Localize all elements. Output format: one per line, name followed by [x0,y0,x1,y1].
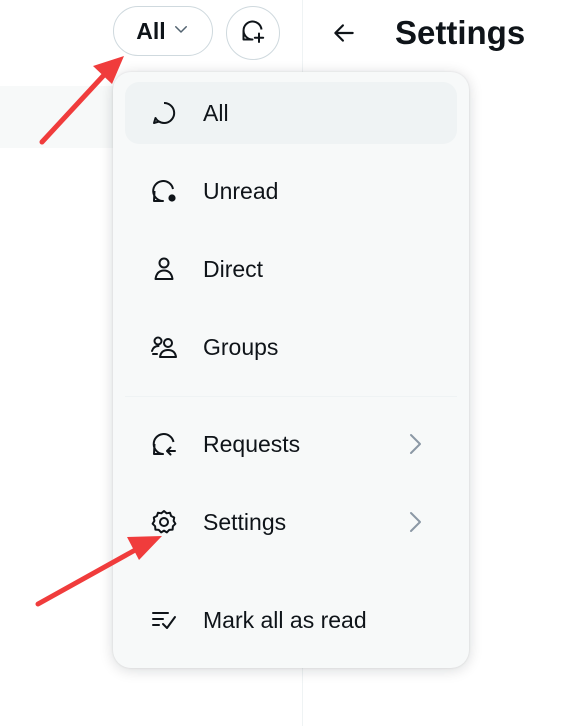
requests-icon [148,428,180,460]
filter-dropdown-menu: All Unread Direct Groups Requests Settin… [113,72,469,668]
mark-read-icon [148,604,180,636]
unread-message-icon [148,175,180,207]
menu-item-groups[interactable]: Groups [125,316,457,378]
message-icon [148,97,180,129]
menu-item-requests[interactable]: Requests [125,413,457,475]
menu-divider [125,396,457,397]
back-button[interactable] [326,17,362,53]
gear-icon [148,506,180,538]
chevron-right-icon [403,510,427,534]
menu-item-label: Mark all as read [203,606,367,633]
person-icon [148,253,180,285]
menu-item-label: Direct [203,255,264,282]
chevron-down-icon [172,20,190,43]
menu-item-label: Groups [203,333,279,360]
page-title: Settings [395,14,526,51]
chevron-right-icon [403,432,427,456]
new-message-button[interactable] [226,6,280,60]
filter-dropdown-button[interactable]: All [113,6,213,56]
menu-item-label: Requests [203,430,301,457]
menu-item-settings[interactable]: Settings [125,491,457,553]
filter-label: All [136,17,166,44]
menu-item-direct[interactable]: Direct [125,238,457,300]
menu-item-mark-all-read[interactable]: Mark all as read [125,589,457,651]
people-icon [148,331,180,363]
menu-item-label: All [203,99,229,126]
new-message-icon [239,17,267,50]
menu-item-unread[interactable]: Unread [125,160,457,222]
menu-item-label: Unread [203,177,279,204]
menu-item-label: Settings [203,508,287,535]
menu-item-all[interactable]: All [125,82,457,144]
back-arrow-icon [331,20,357,51]
